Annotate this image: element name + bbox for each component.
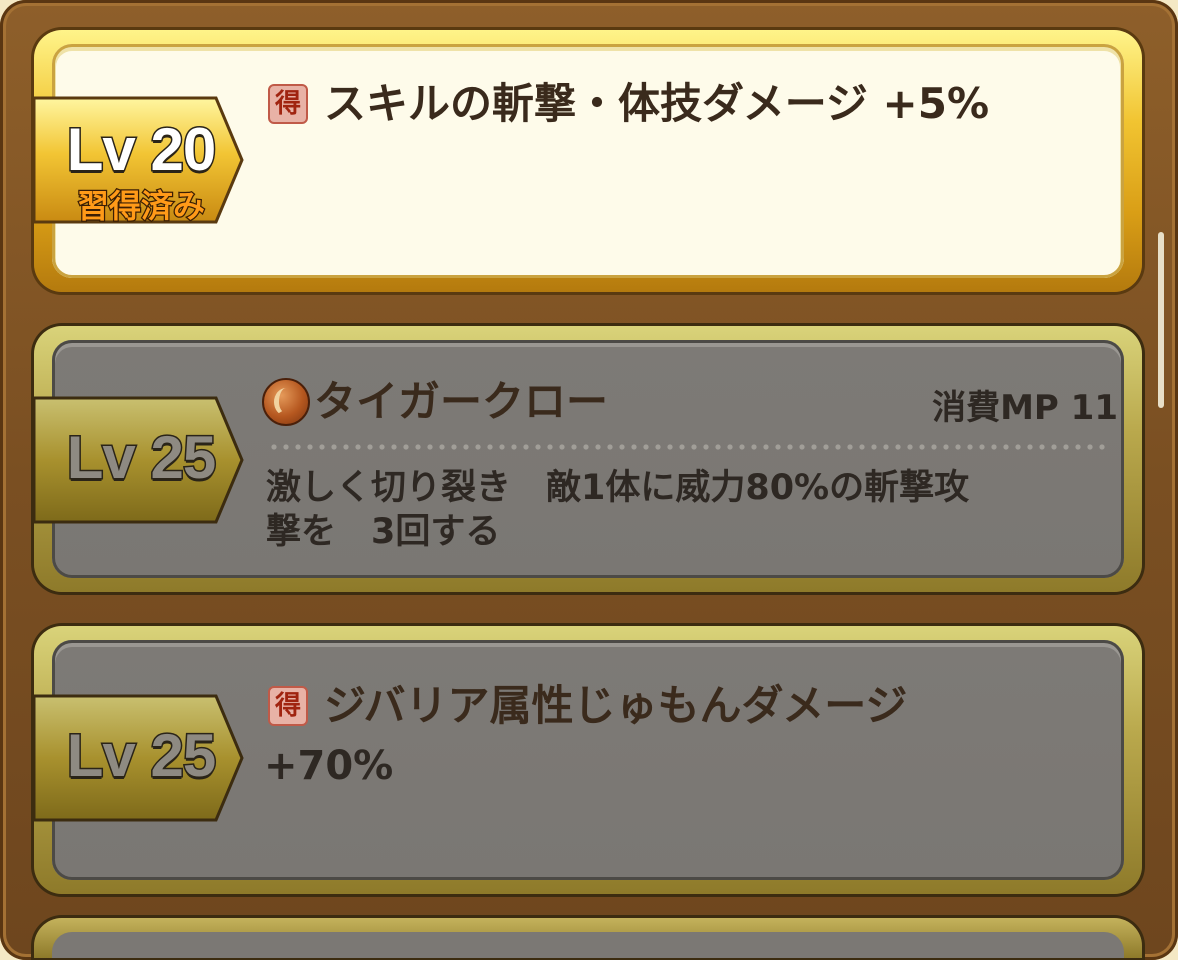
next-skill-card-peek — [34, 918, 1142, 958]
skill-value: +70% — [264, 743, 394, 789]
level-label: Lv 25 — [65, 424, 217, 491]
acquired-status-label: 習得済み — [76, 187, 207, 226]
skill-title-row: 得 スキルの斬撃・体技ダメージ +5% — [268, 80, 989, 128]
skill-title: タイガークロー — [314, 377, 609, 426]
skill-title-row: 得 ジバリア属性じゅもんダメージ — [268, 682, 907, 730]
level-label: Lv 20 — [65, 116, 217, 183]
dotted-divider — [268, 444, 1106, 450]
level-banner-gold: Lv 20 習得済み — [32, 96, 244, 226]
skill-title: スキルの斬撃・体技ダメージ +5% — [324, 79, 990, 128]
skill-title: ジバリア属性じゅもんダメージ — [324, 681, 908, 730]
claw-orb-icon — [262, 378, 310, 426]
level-banner-locked: Lv 25 — [32, 396, 244, 524]
toku-icon: 得 — [268, 686, 308, 726]
skill-list-panel: Lv 20 習得済み 得 スキルの斬撃・体技ダメージ +5% Lv 25 タイガ… — [0, 0, 1178, 960]
toku-icon: 得 — [268, 84, 308, 124]
level-banner-locked: Lv 25 — [32, 694, 244, 822]
scrollbar-thumb[interactable] — [1158, 232, 1164, 408]
skill-description: 激しく切り裂き 敵1体に威力80%の斬撃攻 撃を 3回する — [266, 468, 970, 552]
skill-title-row: タイガークロー — [262, 378, 608, 426]
level-label: Lv 25 — [65, 722, 217, 789]
mp-cost-label: 消費MP 11 — [932, 388, 1118, 428]
